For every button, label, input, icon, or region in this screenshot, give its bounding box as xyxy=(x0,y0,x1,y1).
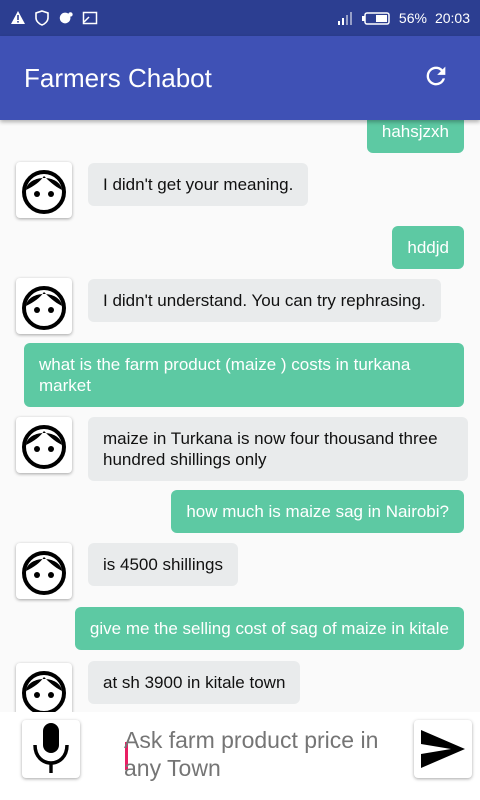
user-message: give me the selling cost of sag of maize… xyxy=(74,607,464,650)
shield-icon xyxy=(34,10,50,26)
face-icon xyxy=(22,286,66,330)
user-message: hddjd xyxy=(392,226,464,269)
cast-icon xyxy=(82,10,98,26)
face-icon xyxy=(22,671,66,712)
bot-avatar xyxy=(16,663,72,712)
refresh-icon xyxy=(422,62,450,95)
chat-notification-icon xyxy=(58,10,74,26)
bot-message: I didn't understand. You can try rephras… xyxy=(88,279,441,322)
bot-message: I didn't get your meaning. xyxy=(88,163,309,206)
bot-message: at sh 3900 in kitale town xyxy=(88,661,301,704)
signal-icon xyxy=(337,10,353,26)
send-icon xyxy=(421,730,465,768)
battery-percent: 56% xyxy=(398,10,427,26)
app-title: Farmers Chabot xyxy=(24,62,212,93)
input-bar xyxy=(0,712,480,800)
battery-icon xyxy=(361,10,391,26)
send-button[interactable] xyxy=(414,720,472,778)
message-text: I didn't get your meaning. xyxy=(103,175,294,194)
status-bar: 56% 20:03 xyxy=(0,0,480,36)
message-text: maize in Turkana is now four thousand th… xyxy=(103,429,438,469)
message-text: hahsjzxh xyxy=(381,122,449,141)
microphone-button[interactable] xyxy=(22,720,80,778)
message-text: hddjd xyxy=(407,238,449,257)
bot-avatar xyxy=(16,543,72,599)
message-text: what is the farm product (maize ) costs … xyxy=(39,355,411,395)
bot-message: is 4500 shillings xyxy=(88,543,239,586)
bot-avatar xyxy=(16,417,72,473)
warning-icon xyxy=(10,10,26,26)
clock: 20:03 xyxy=(434,10,470,26)
message-text: give me the selling cost of sag of maize… xyxy=(89,619,449,638)
message-text: is 4500 shillings xyxy=(103,555,224,574)
message-input[interactable] xyxy=(124,726,394,786)
user-message: how much is maize sag in Nairobi? xyxy=(171,490,464,533)
user-message: hahsjzxh xyxy=(366,120,464,153)
bot-avatar xyxy=(16,278,72,334)
refresh-button[interactable] xyxy=(416,58,456,98)
face-icon xyxy=(22,551,66,595)
chat-list[interactable]: hahsjzxh I didn't get your meaning. hddj… xyxy=(0,120,480,712)
message-text: I didn't understand. You can try rephras… xyxy=(103,291,426,310)
app-bar: Farmers Chabot xyxy=(0,36,480,120)
bot-avatar xyxy=(16,162,72,218)
face-icon xyxy=(22,425,66,469)
message-text: how much is maize sag in Nairobi? xyxy=(186,502,449,521)
user-message: what is the farm product (maize ) costs … xyxy=(24,343,464,407)
bot-message: maize in Turkana is now four thousand th… xyxy=(88,417,468,481)
message-text: at sh 3900 in kitale town xyxy=(103,673,286,692)
microphone-icon xyxy=(33,723,69,773)
face-icon xyxy=(22,170,66,214)
